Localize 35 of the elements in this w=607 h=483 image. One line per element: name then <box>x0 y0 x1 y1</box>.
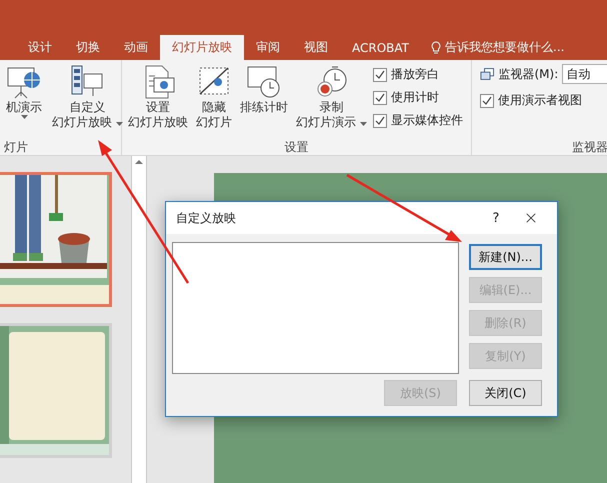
monitors-icon <box>480 67 494 81</box>
ribbon-command[interactable]: 设置 幻灯片放映 <box>126 64 190 139</box>
ribbon-tab[interactable]: 幻灯片放映 <box>160 35 244 60</box>
lightbulb-icon <box>431 40 441 54</box>
checkmark-icon <box>374 70 385 80</box>
monitor-select[interactable]: 自动 <box>562 64 607 84</box>
ribbon-tab[interactable]: 切换 <box>64 35 112 60</box>
tell-me-field[interactable]: 告诉我您想要做什么... <box>445 39 564 56</box>
checkbox[interactable]: 使用计时 <box>372 89 463 106</box>
ribbon-tab[interactable]: 设计 <box>16 35 64 60</box>
checkmark-icon <box>482 96 492 106</box>
checkbox[interactable]: 播放旁白 <box>372 66 463 83</box>
dialog-title: 自定义放映 <box>176 210 237 226</box>
checkmark-icon <box>374 116 385 126</box>
monitor-label: 监视器(M): <box>498 66 558 82</box>
ribbon-command[interactable]: 排练计时 <box>238 64 290 139</box>
ribbon-command[interactable]: 录制 幻灯片演示 <box>294 64 369 139</box>
checkbox[interactable]: 使用演示者视图 <box>480 92 607 109</box>
ribbon-command[interactable]: 自定义 幻灯片放映 <box>50 64 125 139</box>
ribbon-command[interactable]: 隐藏 幻灯片 <box>194 64 234 139</box>
stopwatch-slide-icon <box>246 64 282 100</box>
dialog-button[interactable]: 关闭(C) <box>469 380 542 406</box>
ribbon-tab[interactable]: 审阅 <box>244 35 292 60</box>
list-box[interactable] <box>172 242 459 374</box>
help-button[interactable]: ? <box>481 210 511 226</box>
group-label: 灯片 <box>3 139 29 155</box>
checkmark-icon <box>374 92 385 102</box>
ribbon-tab[interactable]: 动画 <box>112 35 160 60</box>
scrollbar[interactable] <box>131 156 147 483</box>
ribbon-command[interactable]: 机演示 <box>4 64 44 139</box>
ribbon-tab[interactable]: ACROBAT <box>340 35 421 60</box>
ribbon-tab[interactable]: 视图 <box>292 35 340 60</box>
dialog-button[interactable]: 新建(N)... <box>469 244 542 270</box>
group-label: 设置 <box>284 139 310 155</box>
checkbox[interactable]: 显示媒体控件 <box>372 112 463 129</box>
